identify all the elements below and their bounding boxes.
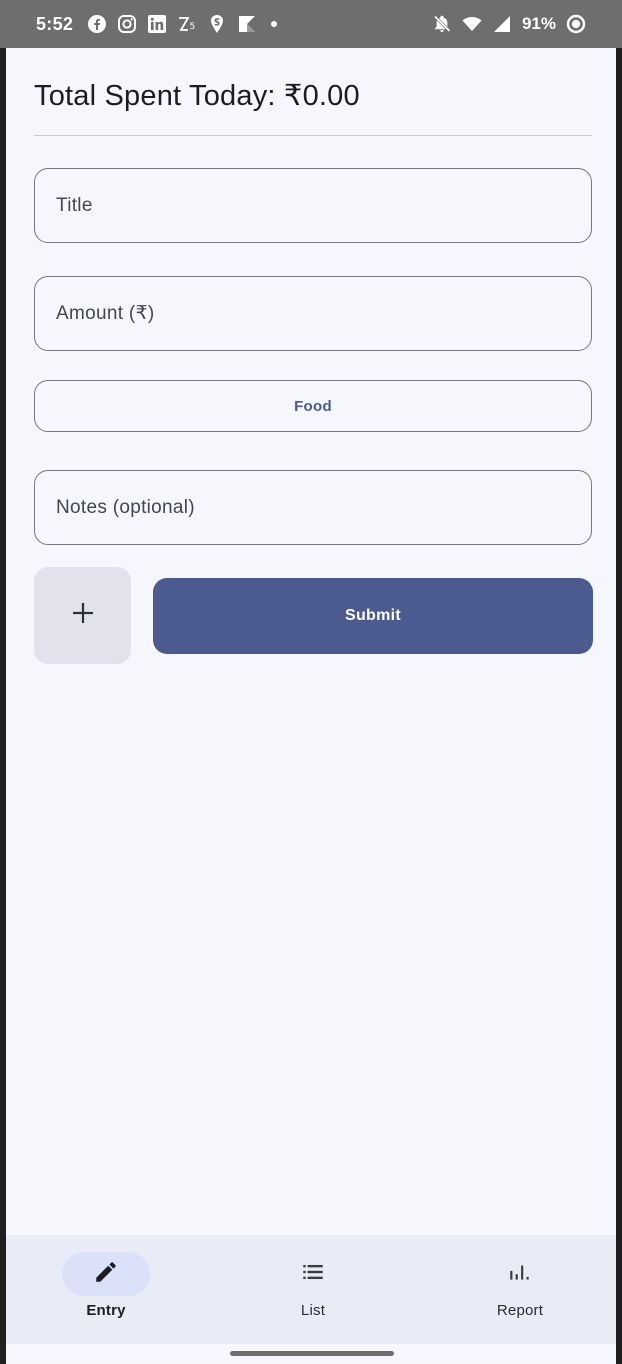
header-divider xyxy=(34,135,592,136)
nav-icon-container xyxy=(269,1252,357,1296)
nav-label-list: List xyxy=(300,1302,326,1319)
z5-icon: 5 xyxy=(177,14,197,34)
bar-chart-icon xyxy=(507,1259,533,1290)
signal-icon xyxy=(492,14,512,34)
submit-label: Submit xyxy=(344,607,402,624)
instagram-icon xyxy=(117,14,137,34)
title-field[interactable] xyxy=(34,168,592,243)
status-bar: 5:52 5 91% xyxy=(0,0,622,48)
status-right-group: 91% xyxy=(432,14,586,34)
facebook-icon xyxy=(87,14,107,34)
nav-item-entry[interactable]: Entry xyxy=(6,1235,206,1344)
wifi-icon xyxy=(462,14,482,34)
swiggy-icon xyxy=(207,14,227,34)
pencil-icon xyxy=(93,1259,119,1290)
submit-button[interactable]: Submit xyxy=(153,578,593,654)
svg-text:5: 5 xyxy=(190,22,196,32)
title-input[interactable] xyxy=(56,194,570,217)
amount-field[interactable] xyxy=(34,276,592,351)
status-left-group: 5:52 5 xyxy=(36,13,278,35)
category-value: Food xyxy=(294,397,332,415)
linkedin-icon xyxy=(147,14,167,34)
category-select[interactable]: Food xyxy=(34,380,592,432)
plus-icon xyxy=(71,601,95,630)
list-icon xyxy=(300,1259,326,1290)
battery-saver-icon xyxy=(566,14,586,34)
kotlin-icon xyxy=(237,14,257,34)
gesture-handle[interactable] xyxy=(230,1351,394,1356)
battery-percent: 91% xyxy=(521,14,556,33)
nav-item-report[interactable]: Report xyxy=(420,1235,620,1344)
total-spent-title: Total Spent Today: ₹0.00 xyxy=(34,80,360,112)
bottom-navigation: Entry List Report xyxy=(6,1235,616,1344)
nav-label-entry: Entry xyxy=(86,1302,126,1319)
notes-field[interactable] xyxy=(34,470,592,545)
app-screen: Total Spent Today: ₹0.00 Food Submit Ent… xyxy=(6,48,616,1344)
nav-item-list[interactable]: List xyxy=(213,1235,413,1344)
nav-icon-container xyxy=(476,1252,564,1296)
status-time: 5:52 xyxy=(36,13,74,34)
nav-active-indicator xyxy=(62,1252,150,1296)
gesture-navigation-area xyxy=(6,1344,616,1364)
add-category-button[interactable] xyxy=(34,567,131,664)
amount-input[interactable] xyxy=(56,302,570,325)
nav-label-report: Report xyxy=(496,1302,544,1319)
notifications-off-icon xyxy=(432,14,452,34)
notification-dot-icon xyxy=(271,21,278,27)
notes-input[interactable] xyxy=(56,496,570,519)
